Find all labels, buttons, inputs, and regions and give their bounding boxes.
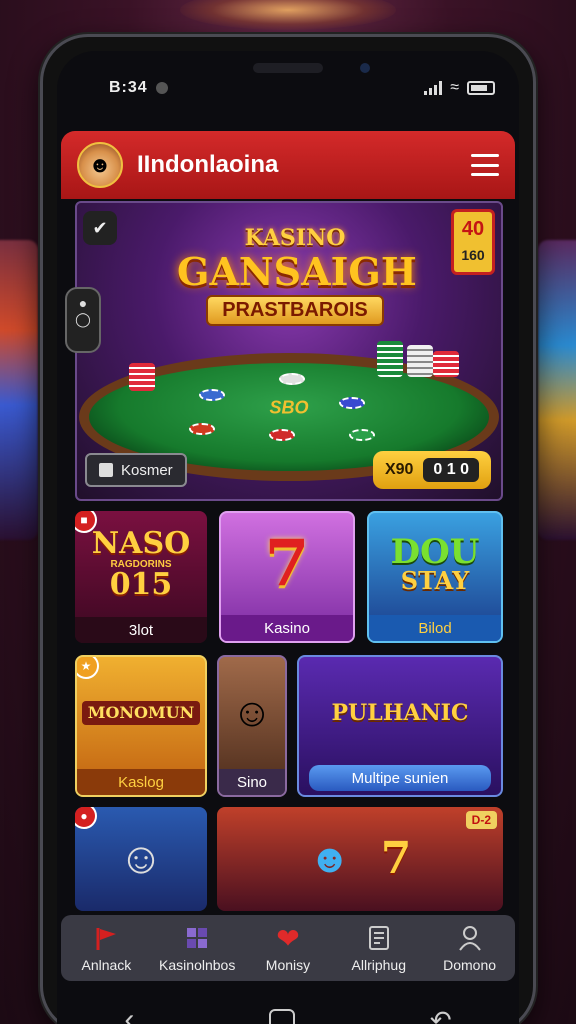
game-caption: Kasino (221, 615, 353, 641)
heart-icon: ❤ (276, 922, 300, 954)
nav-item-domono[interactable]: Domono (425, 923, 515, 973)
chip-icon (269, 429, 295, 441)
chip-stack-icon (377, 341, 403, 377)
system-navigation: ‹ ↶ (57, 995, 519, 1024)
banner-badge[interactable]: 40 160 (451, 209, 495, 275)
phone-frame: B:34 ≈ ☻ IIndonlaoina ✔ KASINO GANSAIGH (40, 34, 536, 1024)
camera-icon (360, 63, 370, 73)
status-time: B:34 (109, 79, 148, 96)
member-icon (99, 463, 113, 477)
hamburger-menu-icon[interactable] (471, 154, 499, 176)
home-icon[interactable] (269, 1009, 296, 1024)
background-slot-machine (0, 240, 38, 540)
user-icon (455, 923, 485, 953)
chip-icon (279, 373, 305, 385)
chip-icon (199, 389, 225, 401)
game-tile[interactable]: ☻ 7 D-2 (217, 807, 503, 911)
counter-button[interactable]: X90 0 1 0 (372, 451, 491, 489)
table-logo: SBO (269, 397, 309, 418)
game-subtitle: STAY (400, 566, 470, 595)
speaker-notch (253, 63, 323, 73)
game-caption: Sino (219, 769, 285, 795)
nav-item-kasinolnbos[interactable]: Kasinolnbos (152, 923, 242, 973)
banner-title-line2: GANSAIGH (177, 249, 417, 294)
lucky-seven-icon: 7 (380, 833, 412, 884)
game-tile[interactable]: PULHANIC Multipe sunien (297, 655, 503, 797)
game-caption: Multipe sunien (309, 765, 491, 791)
game-tile[interactable]: DOU STAY Bilod (367, 511, 503, 643)
nav-label: Kasinolnbos (159, 957, 236, 973)
chip-stack-icon (407, 345, 433, 377)
grid-icon (182, 923, 212, 953)
game-tile[interactable]: ★ MONOMUN Kaslog (75, 655, 207, 797)
game-title: 7 (264, 526, 310, 601)
game-number: 015 (109, 566, 173, 602)
counter-value: 0 1 0 (423, 458, 479, 482)
recent-apps-icon[interactable]: ↶ (430, 1005, 452, 1024)
game-caption: Bilod (369, 615, 501, 641)
back-icon[interactable]: ‹ (124, 1003, 134, 1024)
brand-title: IIndonlaoina (137, 151, 279, 178)
chip-stack-icon (433, 351, 459, 377)
game-tile[interactable]: ■ NASO RAGDORINS 015 3lot (75, 511, 207, 643)
nav-label: Anlnack (81, 957, 132, 973)
game-caption: Kaslog (77, 769, 205, 795)
counter-label: X90 (384, 461, 414, 478)
document-icon (364, 923, 394, 953)
signal-icon (424, 81, 443, 95)
phone-screen: B:34 ≈ ☻ IIndonlaoina ✔ KASINO GANSAIGH (57, 51, 519, 1024)
nav-label: Allriphug (351, 957, 407, 973)
bottom-navigation: Anlnack Kasinolnbos ❤ Monisy Allriphug D… (61, 915, 515, 981)
battery-icon (467, 81, 495, 95)
side-tool-icon[interactable]: ✔ (83, 211, 117, 245)
game-title: DOU (390, 532, 480, 572)
banner-title: KASINO GANSAIGH PRASTBAROIS (177, 225, 417, 326)
game-tile[interactable]: ● ☺ (75, 807, 207, 911)
nav-item-monisy[interactable]: ❤ Monisy (243, 922, 333, 974)
member-button[interactable]: Kosmer (85, 453, 187, 487)
chip-icon (189, 423, 215, 435)
badge-top: 40 (461, 218, 485, 240)
wolf-character-icon: ☺ (231, 690, 273, 735)
wifi-icon: ≈ (450, 79, 459, 96)
nav-label: Domono (443, 957, 497, 973)
brand-logo-icon[interactable]: ☻ (77, 142, 123, 188)
flag-icon (91, 923, 121, 953)
game-title: PULHANIC (331, 700, 469, 726)
jester-character-icon: ☻ (308, 836, 351, 881)
nav-label: Monisy (265, 957, 311, 973)
banner-title-line3: PRASTBAROIS (206, 295, 384, 326)
chip-icon (349, 429, 375, 441)
background-slot-machine (538, 240, 576, 540)
game-tile[interactable]: 7 Kasino (219, 511, 355, 643)
promo-banner[interactable]: ✔ KASINO GANSAIGH PRASTBAROIS 40 160 SBO (75, 201, 503, 501)
banner-title-line1: KASINO (244, 225, 346, 251)
nav-item-allriphug[interactable]: Allriphug (334, 923, 424, 973)
game-title: MONOMUN (81, 701, 201, 725)
chip-stack-icon (129, 363, 155, 391)
notification-icon (155, 82, 168, 94)
game-tile[interactable]: ☺ Sino (217, 655, 287, 797)
side-toggle[interactable]: ● ◯ (65, 287, 101, 353)
game-title: NASO (91, 525, 191, 561)
background-lamp (180, 0, 396, 30)
app-header: ☻ IIndonlaoina (61, 131, 515, 199)
nav-item-anlnack[interactable]: Anlnack (61, 923, 151, 973)
chip-icon (339, 397, 365, 409)
member-button-label: Kosmer (121, 461, 173, 479)
game-caption: 3lot (75, 617, 207, 643)
badge-bottom: 160 (461, 247, 485, 263)
game-badge: D-2 (465, 811, 497, 829)
